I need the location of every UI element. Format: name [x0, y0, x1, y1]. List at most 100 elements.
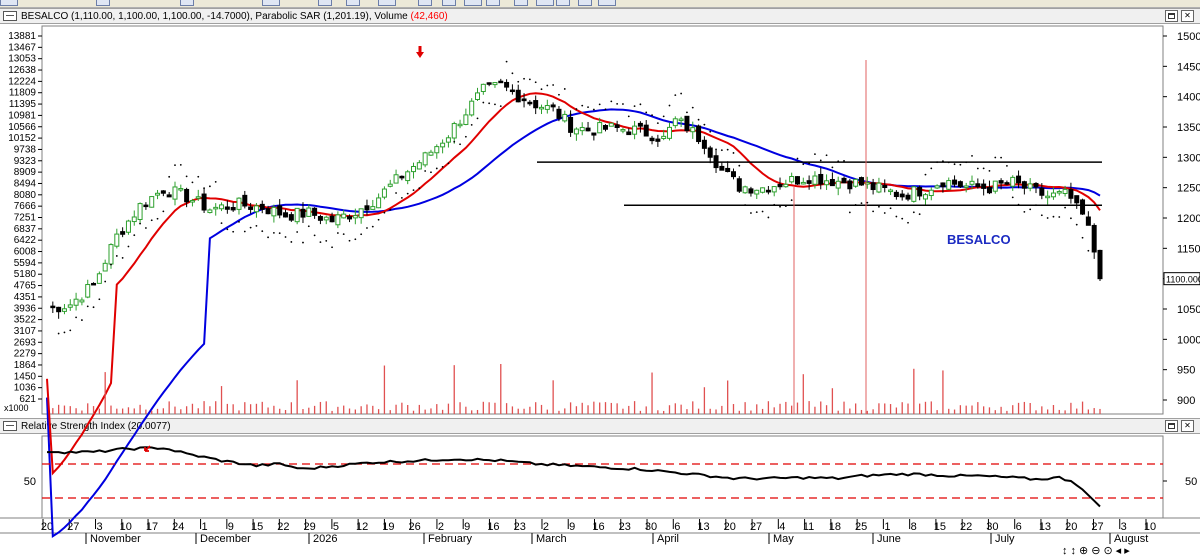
sar-dot	[104, 280, 107, 283]
toolbar-button-3[interactable]	[262, 0, 280, 6]
candle-up	[114, 233, 120, 247]
toolbar-button-7[interactable]	[418, 0, 432, 6]
volume-tick-label: 621	[19, 394, 36, 405]
sar-dot	[476, 117, 479, 120]
sar-dot	[110, 263, 112, 266]
sar-dot	[854, 203, 857, 206]
candle-down	[1033, 182, 1039, 188]
toolbar-button-11[interactable]	[514, 0, 528, 6]
month-tick-label: March	[536, 533, 567, 545]
close-pane-icon[interactable]: ✕	[1181, 10, 1194, 22]
sar-dot	[69, 329, 72, 332]
candle-up	[666, 126, 672, 139]
toolbar-button-5[interactable]	[346, 0, 360, 6]
candle-down	[736, 178, 742, 192]
sar-dot	[604, 108, 607, 111]
date-tick-label: 13	[697, 521, 709, 533]
date-tick-label: 29	[303, 521, 315, 533]
rsi-pane-title: Relative Strength Index (20.0077)	[21, 421, 171, 432]
sar-dot	[750, 212, 752, 214]
toolbar-button-15[interactable]	[598, 0, 616, 6]
sar-dot	[133, 234, 136, 237]
price-tick-label: 900	[1177, 395, 1195, 407]
candle-down	[201, 193, 207, 211]
month-tick-label: April	[657, 533, 679, 545]
rsi-close-pane-icon[interactable]: ✕	[1181, 420, 1194, 432]
nav-button-3[interactable]: ⊖	[1091, 545, 1103, 557]
sar-dot	[779, 205, 781, 208]
candle-down	[655, 138, 661, 142]
volume-tick-label: 8494	[14, 178, 37, 189]
sar-dot	[686, 111, 688, 114]
toolbar-button-13[interactable]	[556, 0, 570, 6]
sar-dot	[651, 114, 653, 117]
candle-up	[178, 188, 184, 191]
nav-button-1[interactable]: ↕	[1071, 545, 1080, 557]
sar-dot	[139, 222, 141, 225]
toolbar-button-8[interactable]	[442, 0, 456, 6]
nav-button-2[interactable]: ⊕	[1079, 545, 1091, 557]
sar-dot	[767, 216, 770, 219]
candle-up	[800, 181, 806, 185]
candle-up	[125, 220, 131, 233]
sar-dot	[668, 104, 671, 107]
nav-button-6[interactable]: ▸	[1124, 545, 1133, 557]
toolbar-button-14[interactable]	[578, 0, 592, 6]
candle-down	[998, 180, 1004, 184]
toolbar-button-2[interactable]	[180, 0, 194, 6]
sar-dot	[430, 171, 432, 174]
toolbar-button-9[interactable]	[464, 0, 482, 6]
volume-tick-label: 8080	[14, 190, 37, 201]
sar-dot	[918, 213, 921, 216]
sar-dot	[1075, 223, 1078, 226]
sar-dot	[843, 159, 845, 162]
candle-up	[632, 125, 638, 135]
candle-up	[1045, 195, 1051, 199]
rsi-arrow-icon	[144, 445, 151, 452]
candle-up	[608, 122, 614, 127]
nav-button-5[interactable]: ◂	[1116, 545, 1125, 557]
candle-up	[963, 185, 969, 188]
nav-button-0[interactable]: ↕	[1062, 545, 1071, 557]
date-tick-label: 17	[146, 521, 158, 533]
candle-up	[475, 92, 481, 100]
sar-dot	[622, 103, 624, 105]
sar-dot	[726, 148, 729, 151]
candle-up	[678, 118, 684, 122]
sar-dot	[534, 81, 537, 84]
price-tick-label: 1000	[1177, 334, 1200, 346]
sar-dot	[435, 167, 438, 170]
rsi-maximize-pane-icon[interactable]	[1165, 420, 1178, 432]
candle-down	[347, 216, 353, 220]
candle-down	[486, 82, 492, 85]
price-pane-title-volume: (42,460)	[410, 11, 448, 22]
candle-up	[440, 142, 446, 148]
candle-up	[335, 214, 341, 226]
volume-tick-label: 9738	[14, 144, 37, 155]
sar-dot	[174, 164, 176, 167]
price-tick-label: 1400	[1177, 92, 1200, 104]
candle-up	[405, 171, 411, 182]
toolbar-button-1[interactable]	[96, 0, 110, 6]
toolbar-button-4[interactable]	[318, 0, 332, 6]
sar-dot	[92, 306, 95, 309]
candle-down	[1039, 187, 1045, 196]
candle-up	[783, 183, 789, 188]
candle-up	[149, 196, 155, 208]
candle-up	[341, 213, 347, 219]
pane-menu-icon[interactable]	[3, 11, 17, 21]
sar-dot	[179, 163, 182, 166]
toolbar-button-10[interactable]	[486, 0, 500, 6]
maximize-pane-icon[interactable]	[1165, 10, 1178, 22]
toolbar-button-12[interactable]	[536, 0, 554, 6]
candle-down	[277, 205, 283, 216]
price-chart[interactable]: 9009501000105011001150120012501300135014…	[0, 0, 1200, 560]
toolbar-button-0[interactable]	[0, 0, 18, 6]
date-tick-label: 20	[1065, 521, 1077, 533]
sar-dot	[912, 211, 915, 214]
toolbar-button-6[interactable]	[378, 0, 396, 6]
rsi-pane-menu-icon[interactable]	[3, 421, 17, 431]
sar-dot	[1023, 210, 1026, 213]
sar-dot	[191, 181, 194, 184]
nav-button-4[interactable]: ⊙	[1103, 545, 1115, 557]
